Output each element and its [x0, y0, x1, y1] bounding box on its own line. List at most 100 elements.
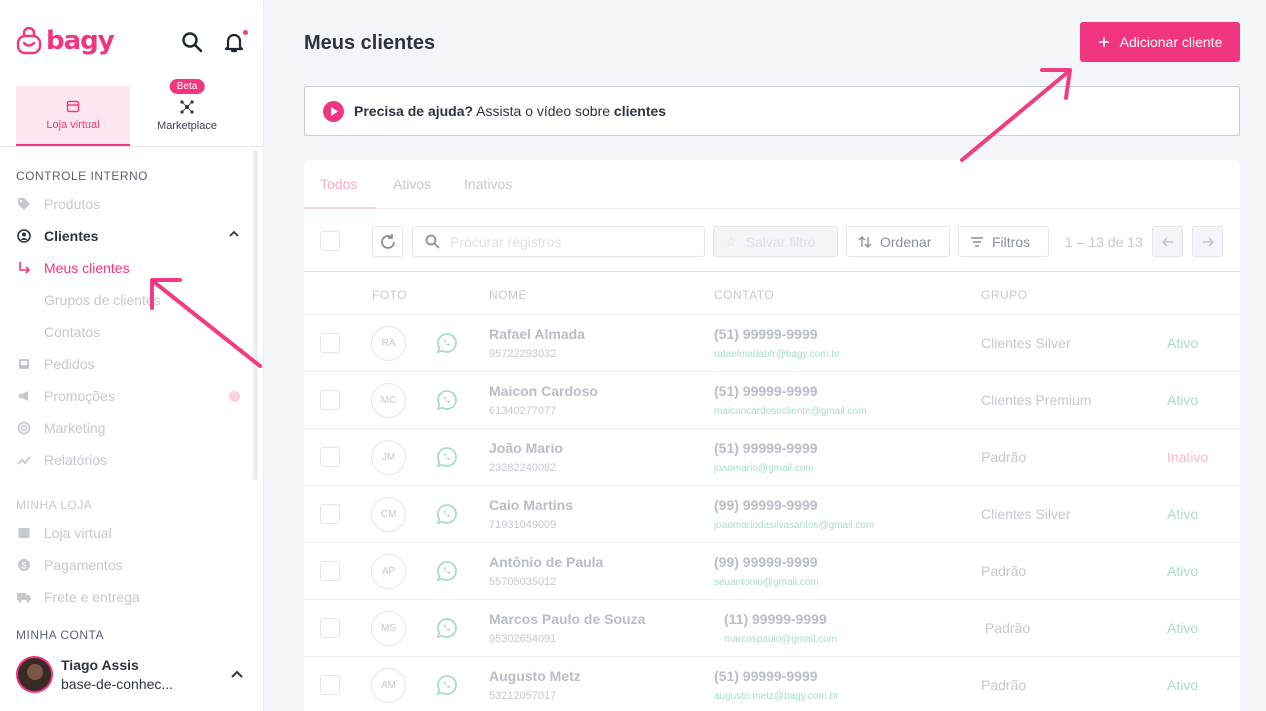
whatsapp-icon[interactable] [436, 332, 458, 354]
row-checkbox[interactable] [320, 447, 340, 467]
sidebar-scrollbar[interactable] [253, 150, 258, 480]
sidebar-item-contatos[interactable]: Contatos [44, 321, 268, 343]
chevron-up-icon[interactable] [228, 228, 240, 240]
client-document: 53212057017 [489, 690, 557, 702]
status-badge: Ativo [1167, 335, 1199, 351]
client-name[interactable]: Augusto Metz [489, 668, 581, 684]
sidebar-item-loja-virtual[interactable]: Loja virtual [16, 522, 240, 544]
sidebar-item-meus-clientes[interactable]: Meus clientes [16, 257, 240, 279]
sidebar-item-label: Pedidos [44, 356, 95, 372]
client-phone: (11) 99999-9999 [724, 611, 827, 627]
client-group: Padrão [981, 563, 1027, 579]
client-phone: (99) 99999-9999 [714, 554, 818, 570]
star-icon: ☆ [725, 233, 738, 249]
divider [0, 146, 264, 147]
target-icon [16, 420, 32, 436]
client-name[interactable]: Antônio de Paula [489, 554, 603, 570]
sidebar-item-label: Contatos [44, 324, 101, 340]
client-document: 95722293032 [489, 348, 557, 360]
whatsapp-icon[interactable] [436, 674, 458, 696]
row-checkbox[interactable] [320, 504, 340, 524]
select-all-checkbox[interactable] [320, 231, 340, 251]
whatsapp-icon[interactable] [436, 560, 458, 582]
client-name[interactable]: Rafael Almada [489, 326, 585, 342]
row-checkbox[interactable] [320, 390, 340, 410]
sidebar-item-label: Frete e entrega [44, 589, 140, 605]
store-icon [16, 525, 32, 541]
sidebar-item-clientes[interactable]: Clientes [16, 225, 240, 247]
sidebar-item-pagamentos[interactable]: $ Pagamentos [16, 554, 240, 576]
row-checkbox[interactable] [320, 561, 340, 581]
table-row[interactable]: RA Rafael Almada 95722293032 (51) 99999-… [304, 315, 1240, 372]
client-email[interactable]: marcospaulo@gmail.com [724, 634, 837, 645]
next-page-button[interactable] [1192, 226, 1223, 257]
client-name[interactable]: Maicon Cardoso [489, 383, 598, 399]
whatsapp-icon[interactable] [436, 503, 458, 525]
filters-label: Filtros [992, 233, 1031, 250]
client-avatar: AP [371, 554, 406, 589]
table-row[interactable]: CM Caio Martins 71931049009 (99) 99999-9… [304, 486, 1240, 543]
row-checkbox[interactable] [320, 675, 340, 695]
search-input[interactable] [450, 233, 690, 250]
tab-inativos[interactable]: Inativos [464, 176, 512, 192]
sidebar-item-grupos-de-clientes[interactable]: Grupos de clientes [44, 289, 268, 311]
save-filter-button[interactable]: ☆ Salvar filtro [713, 226, 838, 257]
bagy-logo[interactable]: bagy [16, 26, 115, 56]
sidebar-item-promocoes[interactable]: Promoções [16, 385, 240, 407]
table-row[interactable]: MC Maicon Cardoso 61340277077 (51) 99999… [304, 372, 1240, 429]
save-filter-label: Salvar filtro [745, 233, 816, 250]
sidebar-item-produtos[interactable]: Produtos [16, 193, 240, 215]
help-banner[interactable]: Precisa de ajuda? Assista o vídeo sobre … [304, 86, 1240, 136]
table-row[interactable]: MS Marcos Paulo de Souza 95302654091 (11… [304, 600, 1240, 657]
table-row[interactable]: AP Antônio de Paula 55705035012 (99) 999… [304, 543, 1240, 600]
row-checkbox[interactable] [320, 618, 340, 638]
client-email[interactable]: joaomario@gmail.com [714, 463, 814, 474]
tab-todos[interactable]: Todos [320, 176, 357, 192]
account-menu[interactable]: Tiago Assis base-de-conhec... [16, 656, 248, 693]
client-avatar: AM [371, 668, 406, 703]
refresh-button[interactable] [372, 226, 403, 257]
chart-line-icon [16, 452, 32, 468]
account-store: base-de-conhec... [61, 676, 174, 692]
tab-marketplace[interactable]: Beta Marketplace [130, 79, 244, 146]
client-email[interactable]: augusto.metz@bagy.com.br [714, 691, 838, 702]
search-icon[interactable] [180, 30, 204, 54]
order-button[interactable]: Ordenar [846, 226, 950, 257]
sidebar-item-label: Clientes [44, 228, 99, 244]
bell-icon[interactable] [222, 28, 250, 54]
client-email[interactable]: rafaelmadabfr@bagy.com.br [714, 349, 840, 360]
client-email[interactable]: maiconcardosocliente@gmail.com [714, 406, 866, 417]
status-badge: Ativo [1167, 620, 1199, 636]
help-link[interactable]: clientes [614, 103, 666, 119]
client-name[interactable]: Marcos Paulo de Souza [489, 611, 645, 627]
search-field[interactable] [412, 226, 705, 257]
client-phone: (51) 99999-9999 [714, 668, 818, 684]
table-row[interactable]: AM Augusto Metz 53212057017 (51) 99999-9… [304, 657, 1240, 711]
client-avatar: MS [371, 611, 406, 646]
whatsapp-icon[interactable] [436, 389, 458, 411]
sidebar-item-relatorios[interactable]: Relatórios [16, 449, 240, 471]
sidebar-item-label: Pagamentos [44, 557, 123, 573]
prev-page-button[interactable] [1152, 226, 1183, 257]
add-client-button[interactable]: Adicionar cliente [1080, 22, 1240, 62]
tab-ativos[interactable]: Ativos [393, 176, 431, 192]
client-email[interactable]: joaomariodasilvasantos@gmail.com [714, 520, 874, 531]
whatsapp-icon[interactable] [436, 617, 458, 639]
table-row[interactable]: JM João Mario 23282240082 (51) 99999-999… [304, 429, 1240, 486]
whatsapp-icon[interactable] [436, 446, 458, 468]
sidebar-item-marketing[interactable]: Marketing [16, 417, 240, 439]
sidebar-item-frete-e-entrega[interactable]: Frete e entrega [16, 586, 240, 608]
client-name[interactable]: Caio Martins [489, 497, 573, 513]
filters-button[interactable]: Filtros [958, 226, 1049, 257]
tab-loja-virtual[interactable]: Loja virtual [16, 86, 130, 146]
client-name[interactable]: João Mario [489, 440, 563, 456]
refresh-icon [380, 233, 395, 249]
status-badge: Ativo [1167, 392, 1199, 408]
sidebar-item-pedidos[interactable]: Pedidos [16, 353, 240, 375]
section-controle-interno: CONTROLE INTERNO [16, 169, 149, 183]
row-checkbox[interactable] [320, 333, 340, 353]
chevron-up-icon[interactable] [230, 668, 244, 682]
client-email[interactable]: seuantonio@gmail.com [714, 577, 819, 588]
arrow-right-icon [1202, 236, 1214, 247]
help-title: Precisa de ajuda? [354, 103, 474, 119]
